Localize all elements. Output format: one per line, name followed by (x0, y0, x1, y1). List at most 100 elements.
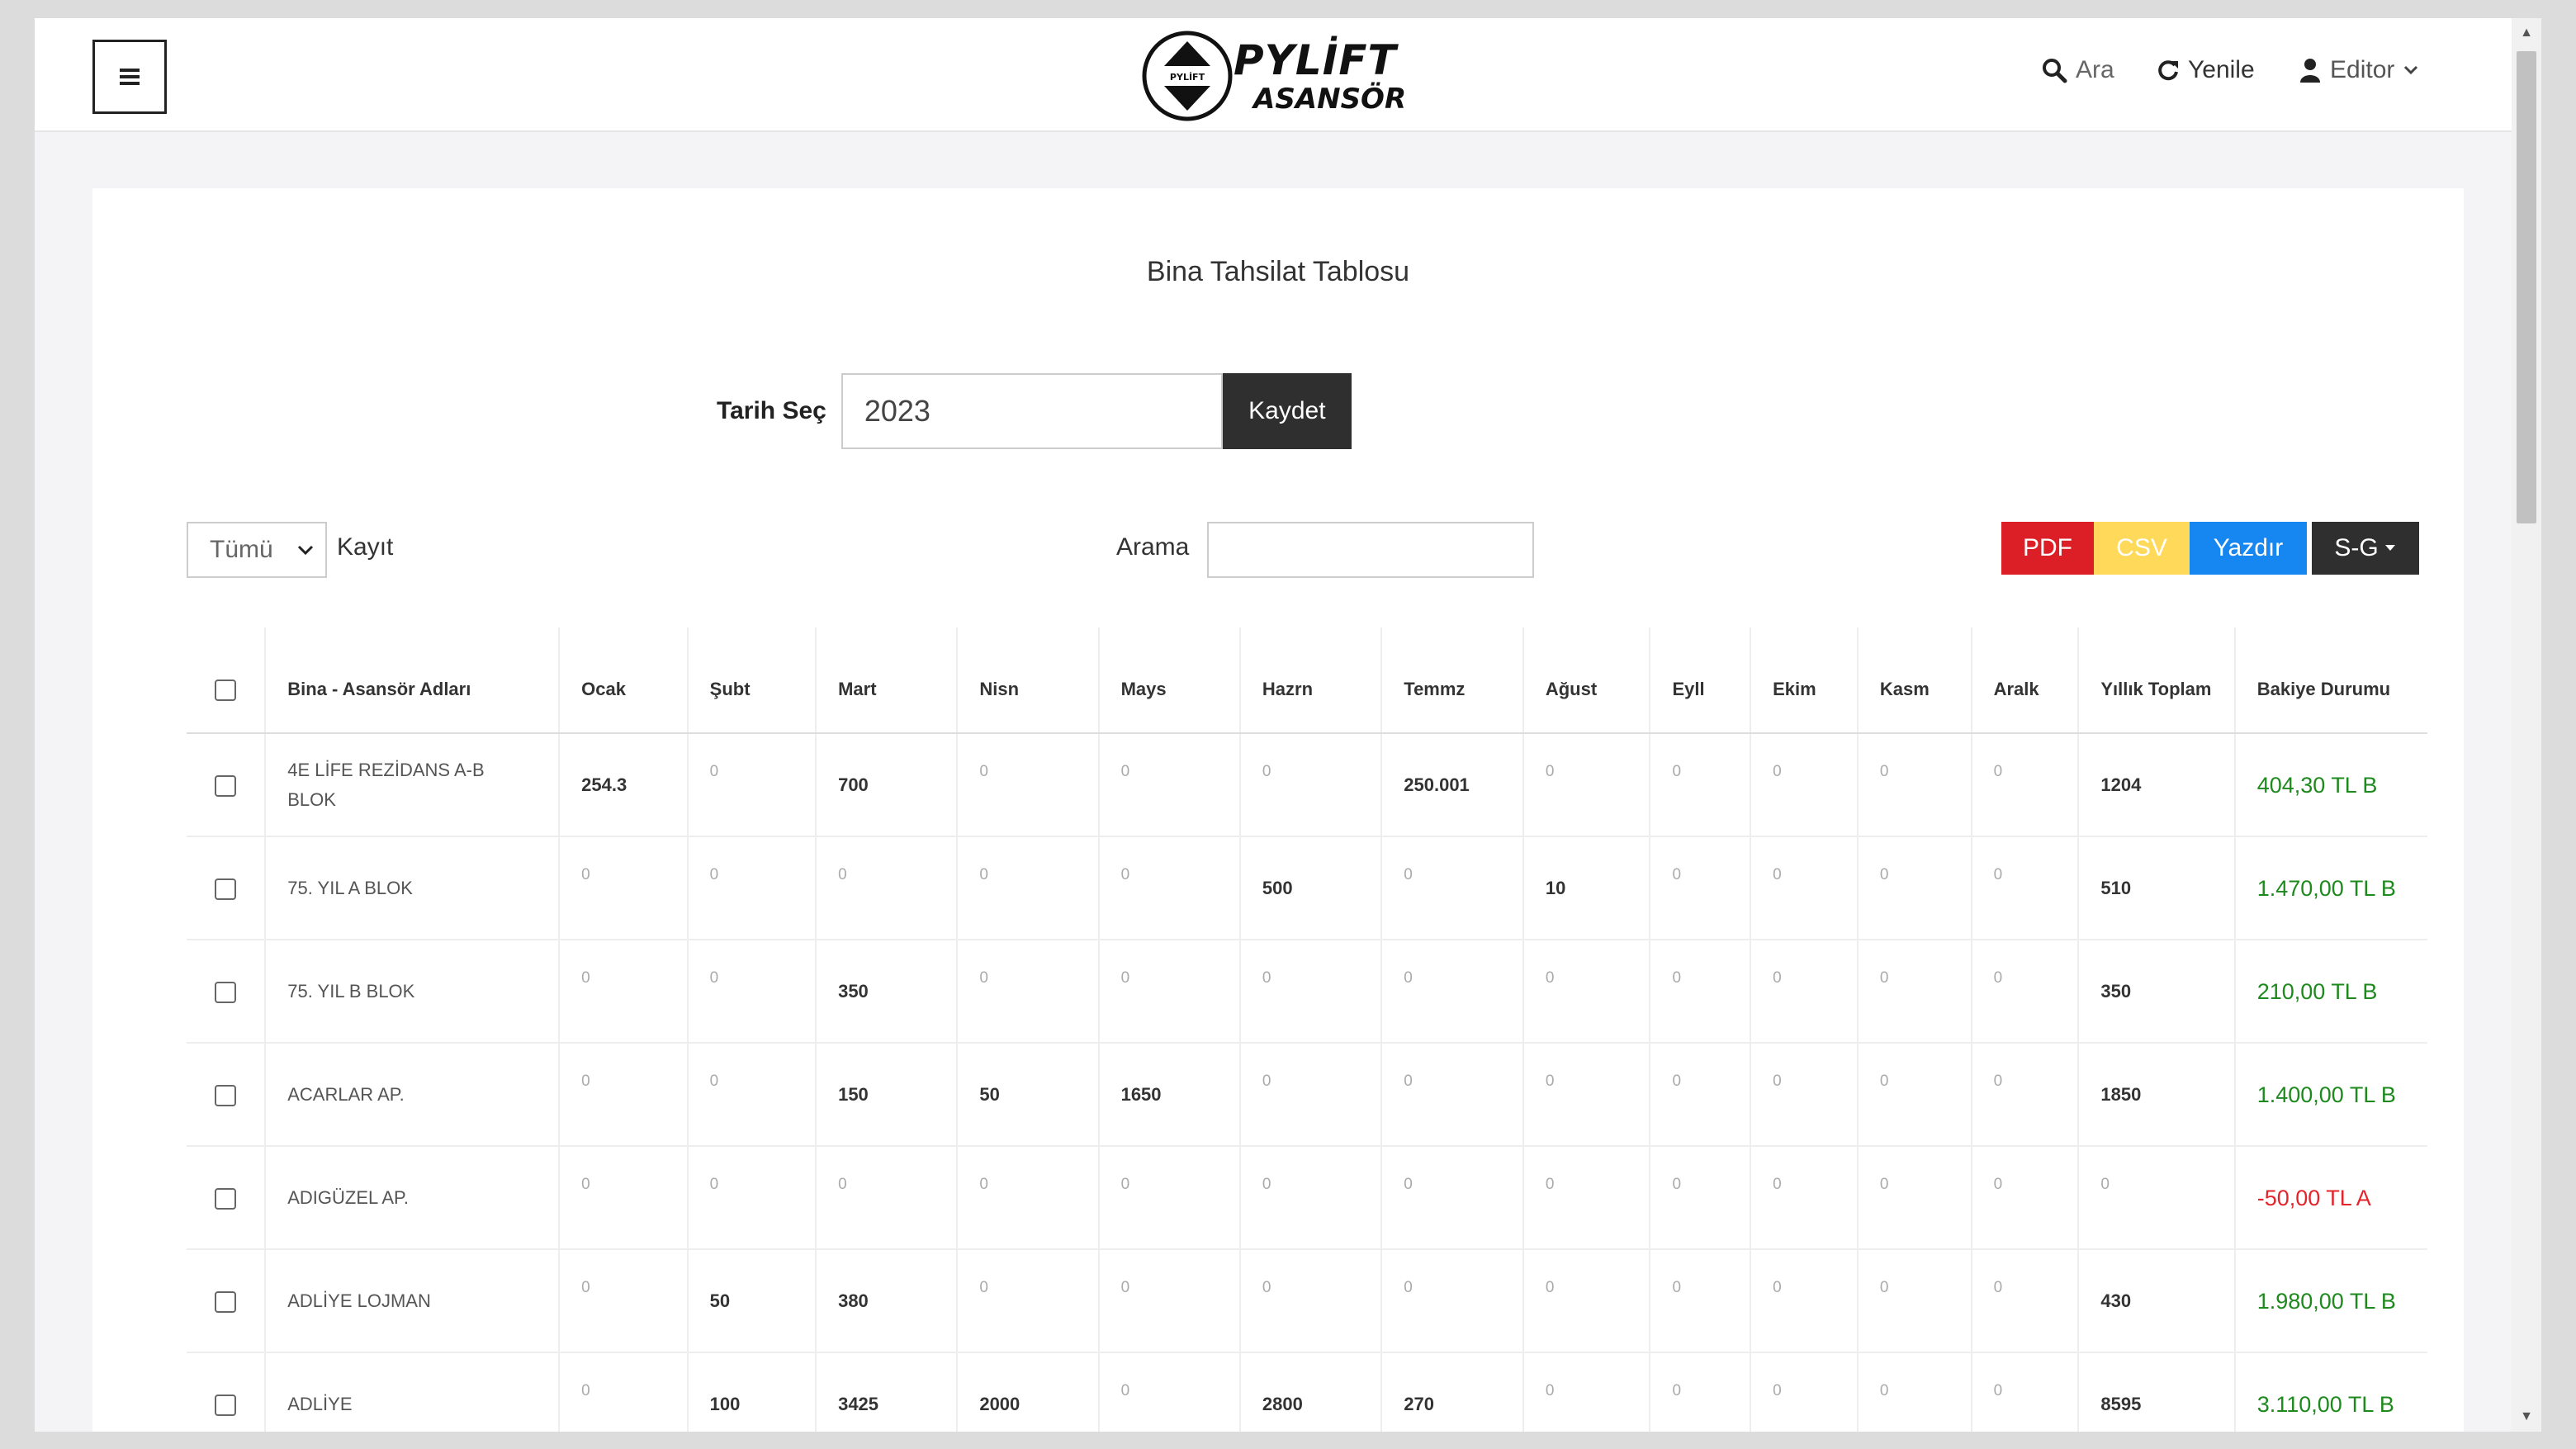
header-nov[interactable]: Kasm (1856, 627, 1972, 734)
row-select-cell (187, 1043, 266, 1147)
csv-button[interactable]: CSV (2094, 522, 2190, 575)
search-action[interactable]: Ara (2041, 56, 2114, 84)
page-length-select[interactable]: Tümü (187, 522, 327, 578)
month-cell: 0 (686, 733, 817, 837)
header-aug[interactable]: Ağust (1522, 627, 1650, 734)
row-checkbox[interactable] (215, 878, 237, 900)
yearly-total-cell: 1204 (2077, 733, 2235, 837)
header-apr[interactable]: Nisn (956, 627, 1099, 734)
month-cell: 0 (956, 1146, 1099, 1250)
table-row[interactable]: ADIGÜZEL AP. 0 0 0 0 0 0 0 0 0 0 0 0 0 -50,00 TL A (187, 1146, 2427, 1250)
table-row[interactable]: 75. YIL B BLOK 0 0 350 0 0 0 0 0 0 0 0 0 350 210,00 TL… (187, 940, 2427, 1044)
year-input[interactable]: 2023 (841, 373, 1223, 449)
row-checkbox[interactable] (215, 1290, 237, 1313)
header-balance[interactable]: Bakiye Durumu (2233, 627, 2427, 734)
month-cell: 50 (686, 1249, 817, 1353)
user-icon (2300, 59, 2320, 83)
chevron-down-icon (2404, 65, 2418, 75)
page-length-value: Tümü (210, 536, 273, 563)
header-mar[interactable]: Mart (815, 627, 958, 734)
table-row[interactable]: ADLİYE LOJMAN 0 50 380 0 0 0 0 0 0 0 0 0 430 1.980,00 … (187, 1249, 2427, 1353)
month-cell: 0 (558, 940, 688, 1044)
header-jun[interactable]: Hazrn (1238, 627, 1382, 734)
save-button[interactable]: Kaydet (1222, 373, 1352, 449)
balance-cell: -50,00 TL A (2233, 1146, 2427, 1250)
table-row[interactable]: 75. YIL A BLOK 0 0 0 0 0 500 0 10 0 0 0 0 510 1.470,00… (187, 836, 2427, 940)
month-cell: 0 (1522, 1352, 1650, 1432)
balance-cell: 210,00 TL B (2233, 940, 2427, 1044)
balance-cell: 3.110,00 TL B (2233, 1352, 2427, 1432)
header-jul[interactable]: Temmz (1380, 627, 1523, 734)
month-cell: 0 (558, 1146, 688, 1250)
yearly-total-cell: 510 (2077, 836, 2235, 940)
logo-emblem-icon: PYLİFT (1142, 31, 1233, 121)
month-cell: 0 (686, 1043, 817, 1147)
month-cell: 0 (1649, 940, 1751, 1044)
collections-table: Bina - Asansör Adları Ocak Şubt Mart Nis… (187, 627, 2427, 1432)
scroll-down-icon[interactable]: ▼ (2512, 1402, 2541, 1432)
month-cell: 0 (956, 1249, 1099, 1353)
menu-toggle-button[interactable] (92, 40, 167, 114)
header-yearly-total[interactable]: Yıllık Toplam (2077, 627, 2235, 734)
row-checkbox[interactable] (215, 1187, 237, 1210)
scrollbar-thumb[interactable] (2517, 51, 2536, 523)
month-cell: 0 (686, 940, 817, 1044)
header-feb[interactable]: Şubt (686, 627, 817, 734)
month-cell: 150 (815, 1043, 958, 1147)
table-row[interactable]: 4E LİFE REZİDANS A-B BLOK 254.3 0 700 0 0 0 250… (187, 733, 2427, 837)
vertical-scrollbar[interactable]: ▲ ▼ (2512, 18, 2541, 1432)
month-cell: 1650 (1097, 1043, 1240, 1147)
month-cell: 0 (1970, 733, 2079, 837)
month-cell: 0 (1649, 1043, 1751, 1147)
month-cell: 0 (1970, 940, 2079, 1044)
balance-cell: 1.980,00 TL B (2233, 1249, 2427, 1353)
row-checkbox[interactable] (215, 1394, 237, 1416)
month-cell: 0 (1750, 1043, 1858, 1147)
company-logo[interactable]: PYLİFT PYLİFT ASANSÖR (1141, 30, 1422, 122)
refresh-icon (2158, 60, 2178, 81)
header-oct[interactable]: Ekim (1750, 627, 1858, 734)
pdf-button[interactable]: PDF (2001, 522, 2094, 575)
print-button[interactable]: Yazdır (2190, 522, 2307, 575)
month-cell: 0 (1856, 836, 1972, 940)
table-search-input[interactable] (1207, 522, 1534, 578)
refresh-action[interactable]: Yenile (2157, 56, 2255, 84)
table-row[interactable]: ADLİYE 0 100 3425 2000 0 2800 270 0 0 0 0 0 8595 3.110… (187, 1352, 2427, 1432)
scroll-up-icon[interactable]: ▲ (2512, 18, 2541, 48)
building-name-cell: ADIGÜZEL AP. (264, 1146, 560, 1250)
month-cell: 350 (815, 940, 958, 1044)
table-row[interactable]: ACARLAR AP. 0 0 150 50 1650 0 0 0 0 0 0 0 1850 1.400,0… (187, 1043, 2427, 1147)
month-cell: 2800 (1238, 1352, 1382, 1432)
header-building[interactable]: Bina - Asansör Adları (264, 627, 560, 734)
column-visibility-button[interactable]: S-G (2312, 522, 2419, 575)
month-cell: 0 (1097, 1249, 1240, 1353)
building-name-cell: 75. YIL B BLOK (264, 940, 560, 1044)
user-menu[interactable]: Editor (2299, 56, 2419, 84)
row-checkbox[interactable] (215, 1084, 237, 1106)
logo-emblem-text: PYLİFT (1170, 71, 1205, 83)
top-navbar: PYLİFT PYLİFT ASANSÖR Ara Yenile Editor (35, 18, 2512, 132)
month-cell: 0 (1856, 1249, 1972, 1353)
month-cell: 0 (1238, 1146, 1382, 1250)
month-cell: 0 (558, 1043, 688, 1147)
month-cell: 0 (1380, 1146, 1523, 1250)
month-cell: 0 (1970, 836, 2079, 940)
month-cell: 0 (1522, 1043, 1650, 1147)
header-dec[interactable]: Aralk (1970, 627, 2079, 734)
month-cell: 0 (686, 836, 817, 940)
export-buttons: PDF CSV Yazdır S-G (2001, 522, 2419, 575)
month-cell: 254.3 (558, 733, 688, 837)
header-jan[interactable]: Ocak (558, 627, 688, 734)
month-cell: 50 (956, 1043, 1099, 1147)
month-cell: 0 (1097, 836, 1240, 940)
row-checkbox[interactable] (215, 774, 237, 797)
select-all-checkbox[interactable] (215, 680, 237, 702)
row-checkbox[interactable] (215, 981, 237, 1003)
month-cell: 0 (1970, 1043, 2079, 1147)
month-cell: 0 (1750, 1352, 1858, 1432)
header-may[interactable]: Mays (1097, 627, 1240, 734)
month-cell: 0 (956, 940, 1099, 1044)
column-visibility-label: S-G (2334, 534, 2379, 561)
table-header-row: Bina - Asansör Adları Ocak Şubt Mart Nis… (187, 627, 2427, 734)
header-sep[interactable]: Eyll (1649, 627, 1751, 734)
